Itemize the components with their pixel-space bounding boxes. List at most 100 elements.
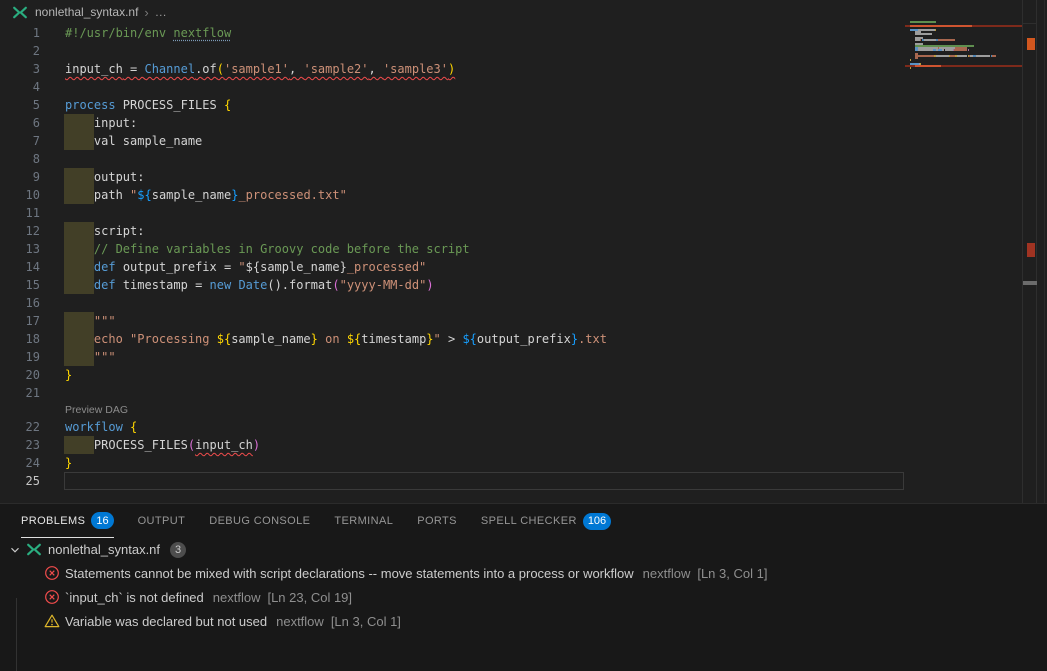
line-number: 17 — [0, 312, 40, 330]
code-line[interactable]: 22workflow { — [0, 418, 1047, 436]
line-content[interactable]: PROCESS_FILES(input_ch) — [65, 436, 260, 454]
line-content[interactable]: """ — [65, 348, 116, 366]
line-content[interactable]: def output_prefix = "${sample_name}_proc… — [65, 258, 426, 276]
code-token: 'sample1' — [224, 62, 289, 76]
panel-tab-label: DEBUG CONSOLE — [209, 515, 310, 527]
code-line[interactable]: 4 — [0, 78, 1047, 96]
current-line-highlight — [64, 472, 904, 490]
line-number: 5 — [0, 96, 40, 114]
line-number: 16 — [0, 294, 40, 312]
nextflow-file-icon — [12, 5, 28, 20]
error-icon — [44, 565, 60, 581]
problem-row[interactable]: Statements cannot be mixed with script d… — [0, 561, 1047, 585]
line-number: 8 — [0, 150, 40, 168]
panel-tab-debug-console[interactable]: DEBUG CONSOLE — [209, 504, 310, 538]
code-line[interactable]: 20} — [0, 366, 1047, 384]
line-content[interactable]: // Define variables in Groovy code befor… — [65, 240, 470, 258]
code-line[interactable]: 13 // Define variables in Groovy code be… — [0, 240, 1047, 258]
code-line[interactable]: 12 script: — [0, 222, 1047, 240]
line-content[interactable]: def timestamp = new Date().format("yyyy-… — [65, 276, 434, 294]
chevron-down-icon[interactable] — [8, 543, 22, 557]
code-token — [65, 314, 94, 328]
problem-message: Variable was declared but not used — [65, 614, 267, 629]
line-number: 14 — [0, 258, 40, 276]
breadcrumb-more[interactable]: … — [155, 5, 167, 19]
code-line[interactable]: 17 """ — [0, 312, 1047, 330]
code-token — [65, 224, 94, 238]
line-content[interactable]: input: — [65, 114, 137, 132]
panel-tab-spell-checker[interactable]: SPELL CHECKER106 — [481, 504, 611, 538]
problem-source: nextflow — [213, 590, 261, 605]
line-content[interactable]: } — [65, 454, 72, 472]
line-content[interactable]: #!/usr/bin/env nextflow — [65, 24, 231, 42]
codelens-preview-dag[interactable]: Preview DAG — [0, 402, 1047, 418]
problems-tree: nonlethal_syntax.nf 3 Statements cannot … — [0, 538, 1047, 633]
code-token: PROCESS_FILES — [94, 438, 188, 452]
code-line[interactable]: 14 def output_prefix = "${sample_name}_p… — [0, 258, 1047, 276]
code-area[interactable]: 1#!/usr/bin/env nextflow23input_ch = Cha… — [0, 24, 1047, 490]
code-line[interactable]: 23 PROCESS_FILES(input_ch) — [0, 436, 1047, 454]
code-token: output_prefix — [477, 332, 571, 346]
code-token: } — [571, 332, 578, 346]
line-content[interactable]: } — [65, 366, 72, 384]
panel-tab-label: TERMINAL — [334, 515, 393, 527]
line-content[interactable]: """ — [65, 312, 116, 330]
line-content[interactable]: process PROCESS_FILES { — [65, 96, 231, 114]
code-token — [65, 350, 94, 364]
code-line[interactable]: 5 process PROCESS_FILES { — [0, 96, 1047, 114]
code-token: } — [65, 368, 72, 382]
problems-file-name: nonlethal_syntax.nf — [48, 542, 160, 557]
code-line[interactable]: 1#!/usr/bin/env nextflow — [0, 24, 1047, 42]
warning-icon — [44, 613, 60, 629]
code-line[interactable]: 6 input: — [0, 114, 1047, 132]
code-token: { — [224, 98, 231, 112]
code-line[interactable]: 19 """ — [0, 348, 1047, 366]
code-token: val sample_name — [94, 134, 202, 148]
minimap[interactable] — [905, 21, 1022, 75]
code-token: ${sample_name} — [246, 260, 347, 274]
code-line[interactable]: 9 output: — [0, 168, 1047, 186]
line-content[interactable]: echo "Processing ${sample_name} on ${tim… — [65, 330, 607, 348]
code-token: Channel — [144, 62, 195, 76]
problem-row[interactable]: Variable was declared but not usednextfl… — [0, 609, 1047, 633]
overview-ruler-error-marker-top[interactable] — [1027, 38, 1035, 50]
line-number: 18 — [0, 330, 40, 348]
line-number: 21 — [0, 384, 40, 402]
panel-tab-terminal[interactable]: TERMINAL — [334, 504, 393, 538]
breadcrumb-file[interactable]: nonlethal_syntax.nf — [35, 5, 138, 19]
panel-tab-output[interactable]: OUTPUT — [138, 504, 186, 538]
line-content[interactable]: output: — [65, 168, 144, 186]
line-number: 11 — [0, 204, 40, 222]
overview-ruler-error-marker-bottom[interactable] — [1027, 243, 1035, 257]
code-line[interactable]: 8 — [0, 150, 1047, 168]
code-line[interactable]: 11 — [0, 204, 1047, 222]
panel-tab-problems[interactable]: PROBLEMS16 — [21, 504, 114, 538]
code-token: script: — [94, 224, 145, 238]
breadcrumb-separator: › — [144, 5, 148, 20]
panel-tab-ports[interactable]: PORTS — [417, 504, 457, 538]
code-token: ) — [253, 438, 260, 452]
code-line[interactable]: 3input_ch = Channel.of('sample1', 'sampl… — [0, 60, 1047, 78]
line-content[interactable]: script: — [65, 222, 144, 240]
code-line[interactable]: 16 — [0, 294, 1047, 312]
code-line[interactable]: 24} — [0, 454, 1047, 472]
line-content[interactable]: path "${sample_name}_processed.txt" — [65, 186, 347, 204]
code-line[interactable]: 2 — [0, 42, 1047, 60]
problem-list: Statements cannot be mixed with script d… — [0, 561, 1047, 633]
problems-file-group[interactable]: nonlethal_syntax.nf 3 — [0, 538, 1047, 561]
code-line[interactable]: 15 def timestamp = new Date().format("yy… — [0, 276, 1047, 294]
code-line[interactable]: 7 val sample_name — [0, 132, 1047, 150]
overview-ruler-cursor-marker — [1023, 281, 1037, 285]
line-number: 20 — [0, 366, 40, 384]
line-content[interactable]: workflow { — [65, 418, 137, 436]
code-token: () — [267, 278, 281, 292]
code-line[interactable]: 21 — [0, 384, 1047, 402]
code-token: sample_name — [231, 332, 310, 346]
code-line[interactable]: 18 echo "Processing ${sample_name} on ${… — [0, 330, 1047, 348]
line-content[interactable]: input_ch = Channel.of('sample1', 'sample… — [65, 60, 455, 78]
scrollbar-thumb-top[interactable] — [1022, 23, 1037, 24]
code-token: 'sample3' — [383, 62, 448, 76]
code-line[interactable]: 10 path "${sample_name}_processed.txt" — [0, 186, 1047, 204]
problem-row[interactable]: `input_ch` is not definednextflow[Ln 23,… — [0, 585, 1047, 609]
line-content[interactable]: val sample_name — [65, 132, 202, 150]
